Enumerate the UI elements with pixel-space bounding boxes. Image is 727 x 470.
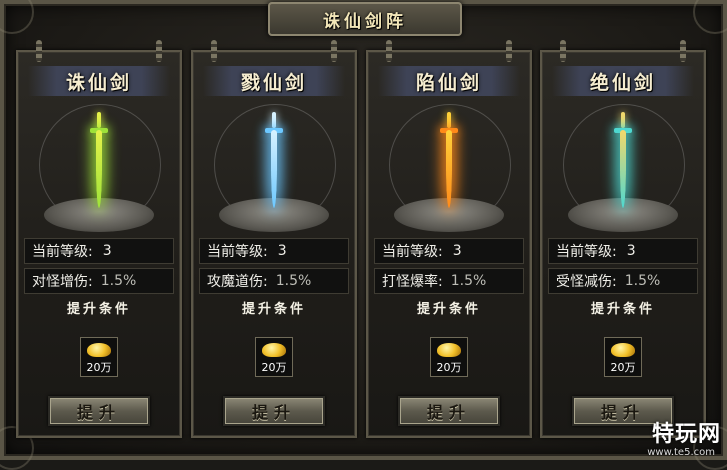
attribute-value: 1.5%	[275, 273, 312, 289]
watermark-logo-text: 特玩网	[651, 422, 721, 447]
cost-slot: 20万	[430, 337, 468, 377]
sword-panel-zhuxian: 诛仙剑 当前等级: 3 对怪增伤: 1.5% 提升条件 20万 提升	[16, 40, 182, 438]
cost-amount: 20万	[436, 361, 462, 374]
cost-amount: 20万	[261, 361, 287, 374]
attribute-label: 打怪爆率:	[382, 274, 443, 290]
sword-artwork	[376, 98, 522, 232]
chain-decoration	[386, 40, 392, 62]
upgrade-button[interactable]: 提升	[398, 396, 500, 426]
sword-name: 诛仙剑	[65, 71, 132, 94]
level-row: 当前等级: 3	[548, 238, 698, 264]
attribute-label: 对怪增伤:	[32, 274, 93, 290]
level-row: 当前等级: 3	[199, 238, 349, 264]
gold-ingot-icon	[87, 343, 111, 357]
sword-name-bar: 戮仙剑	[203, 66, 345, 96]
level-row: 当前等级: 3	[24, 238, 174, 264]
attribute-value: 1.5%	[450, 273, 487, 289]
upgrade-condition-title: 提升条件	[241, 302, 306, 317]
level-label: 当前等级:	[556, 244, 617, 260]
sword-name-bar: 绝仙剑	[552, 66, 694, 96]
window-title: 诛仙剑阵	[323, 11, 407, 32]
sword-name: 陷仙剑	[415, 71, 482, 94]
upgrade-button-label: 提升	[76, 403, 121, 422]
level-value: 3	[102, 243, 112, 259]
sword-name: 戮仙剑	[240, 71, 307, 94]
gold-ingot-icon	[437, 343, 461, 357]
level-value: 3	[452, 243, 462, 259]
upgrade-condition-title: 提升条件	[66, 302, 131, 317]
chain-decoration	[36, 40, 42, 62]
attribute-value: 1.5%	[624, 273, 661, 289]
sword-artwork	[550, 98, 696, 232]
sword-icon	[614, 112, 632, 212]
sword-icon	[265, 112, 283, 212]
corner-ornament	[0, 0, 34, 34]
sword-artwork	[201, 98, 347, 232]
sword-icon	[90, 112, 108, 212]
cost-slot: 20万	[604, 337, 642, 377]
upgrade-condition-title: 提升条件	[416, 302, 481, 317]
watermark-url: www.te5.com	[647, 447, 715, 458]
cost-slot: 20万	[80, 337, 118, 377]
attribute-row: 打怪爆率: 1.5%	[374, 268, 524, 294]
upgrade-button-label: 提升	[426, 403, 471, 422]
gold-ingot-icon	[262, 343, 286, 357]
level-label: 当前等级:	[32, 244, 93, 260]
level-value: 3	[277, 243, 287, 259]
sword-name-bar: 诛仙剑	[28, 66, 170, 96]
chain-decoration	[506, 40, 512, 62]
upgrade-button-label: 提升	[251, 403, 296, 422]
chain-decoration	[560, 40, 566, 62]
site-watermark: 特玩网 www.te5.com	[625, 416, 721, 458]
window-title-plate: 诛仙剑阵	[268, 2, 462, 36]
attribute-row: 对怪增伤: 1.5%	[24, 268, 174, 294]
attribute-label: 受怪减伤:	[556, 274, 617, 290]
attribute-value: 1.5%	[100, 273, 137, 289]
cost-slot: 20万	[255, 337, 293, 377]
level-label: 当前等级:	[207, 244, 268, 260]
cost-amount: 20万	[86, 361, 112, 374]
sword-panel-juexian: 绝仙剑 当前等级: 3 受怪减伤: 1.5% 提升条件 20万 提升	[540, 40, 706, 438]
gold-ingot-icon	[611, 343, 635, 357]
upgrade-button[interactable]: 提升	[48, 396, 150, 426]
upgrade-condition-title: 提升条件	[590, 302, 655, 317]
sword-name-bar: 陷仙剑	[378, 66, 520, 96]
chain-decoration	[211, 40, 217, 62]
sword-artwork	[26, 98, 172, 232]
sword-panel-luxian: 戮仙剑 当前等级: 3 攻魔道伤: 1.5% 提升条件 20万 提升	[191, 40, 357, 438]
corner-ornament	[693, 0, 727, 34]
sword-panel-xianxian: 陷仙剑 当前等级: 3 打怪爆率: 1.5% 提升条件 20万 提升	[366, 40, 532, 438]
chain-decoration	[331, 40, 337, 62]
level-label: 当前等级:	[382, 244, 443, 260]
sword-name: 绝仙剑	[589, 71, 656, 94]
attribute-label: 攻魔道伤:	[207, 274, 268, 290]
level-row: 当前等级: 3	[374, 238, 524, 264]
upgrade-button[interactable]: 提升	[223, 396, 325, 426]
level-value: 3	[626, 243, 636, 259]
attribute-row: 受怪减伤: 1.5%	[548, 268, 698, 294]
chain-decoration	[156, 40, 162, 62]
chain-decoration	[680, 40, 686, 62]
sword-icon	[440, 112, 458, 212]
cost-amount: 20万	[610, 361, 636, 374]
attribute-row: 攻魔道伤: 1.5%	[199, 268, 349, 294]
